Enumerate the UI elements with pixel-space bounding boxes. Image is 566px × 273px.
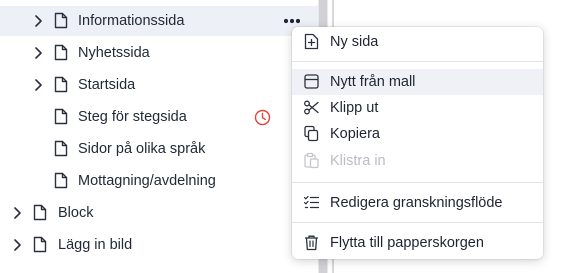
menu-item-label: Klipp ut xyxy=(330,100,379,116)
scissors-icon xyxy=(304,100,319,115)
file-plus-icon xyxy=(304,33,319,50)
tree-item-steg-for-stegsida[interactable]: Steg för stegsida xyxy=(0,102,318,132)
menu-item-cut[interactable]: Klipp ut xyxy=(292,95,543,121)
checklist-icon xyxy=(303,195,320,209)
paste-icon xyxy=(304,152,319,169)
page-icon xyxy=(54,44,68,61)
context-menu: Ny sida Nytt från mall Klipp ut Kopiera … xyxy=(292,27,543,259)
trash-icon xyxy=(305,235,318,251)
tree-item-sidor-pa-olika-sprak[interactable]: Sidor på olika språk xyxy=(0,134,318,164)
tree-item-label: Lägg in bild xyxy=(58,237,133,253)
menu-divider xyxy=(292,61,543,62)
chevron-right-icon[interactable] xyxy=(10,206,24,220)
tree-item-startsida[interactable]: Startsida xyxy=(0,70,318,100)
menu-item-move-to-trash[interactable]: Flytta till papperskorgen xyxy=(292,230,543,256)
menu-item-paste: Klistra in xyxy=(292,148,543,174)
chevron-right-icon[interactable] xyxy=(31,14,45,28)
menu-item-new-from-template[interactable]: Nytt från mall xyxy=(292,69,543,95)
page-icon xyxy=(54,76,68,93)
tree-item-label: Nyhetssida xyxy=(78,45,150,61)
menu-item-new-page[interactable]: Ny sida xyxy=(292,29,543,55)
page-icon xyxy=(33,204,47,221)
menu-item-copy[interactable]: Kopiera xyxy=(292,121,543,147)
tree-item-lagg-in-bild[interactable]: Lägg in bild xyxy=(0,230,318,260)
tree-item-label: Mottagning/avdelning xyxy=(78,173,216,189)
menu-item-label: Redigera granskningsflöde xyxy=(330,195,503,211)
clock-icon xyxy=(254,109,271,126)
menu-divider xyxy=(292,182,543,183)
tree-item-label: Sidor på olika språk xyxy=(78,141,206,157)
tree-item-informationssida[interactable]: Informationssida xyxy=(0,6,318,36)
menu-item-edit-review-flow[interactable]: Redigera granskningsflöde xyxy=(292,190,543,216)
tree-item-label: Block xyxy=(58,205,94,221)
menu-item-label: Nytt från mall xyxy=(330,74,416,90)
page-icon xyxy=(54,12,68,29)
tree-item-label: Informationssida xyxy=(78,13,185,29)
tree-item-mottagning-avdelning[interactable]: Mottagning/avdelning xyxy=(0,166,318,196)
tree-item-label: Steg för stegsida xyxy=(78,109,187,125)
menu-item-label: Kopiera xyxy=(330,126,380,142)
menu-item-label: Flytta till papperskorgen xyxy=(330,235,484,251)
menu-divider xyxy=(292,222,543,223)
page-icon xyxy=(54,140,68,157)
template-icon xyxy=(304,74,319,89)
menu-item-label: Ny sida xyxy=(330,34,379,50)
page-icon xyxy=(54,172,68,189)
page-tree: Informationssida Nyhetssida Startsida St… xyxy=(0,0,318,273)
chevron-right-icon[interactable] xyxy=(10,238,24,252)
menu-item-label: Klistra in xyxy=(330,153,386,169)
tree-item-label: Startsida xyxy=(78,77,136,93)
chevron-right-icon[interactable] xyxy=(31,78,45,92)
page-icon xyxy=(54,108,68,125)
copy-icon xyxy=(304,125,319,142)
tree-item-block[interactable]: Block xyxy=(0,198,318,228)
page-icon xyxy=(33,236,47,253)
chevron-right-icon[interactable] xyxy=(31,46,45,60)
tree-item-nyhetssida[interactable]: Nyhetssida xyxy=(0,38,318,68)
